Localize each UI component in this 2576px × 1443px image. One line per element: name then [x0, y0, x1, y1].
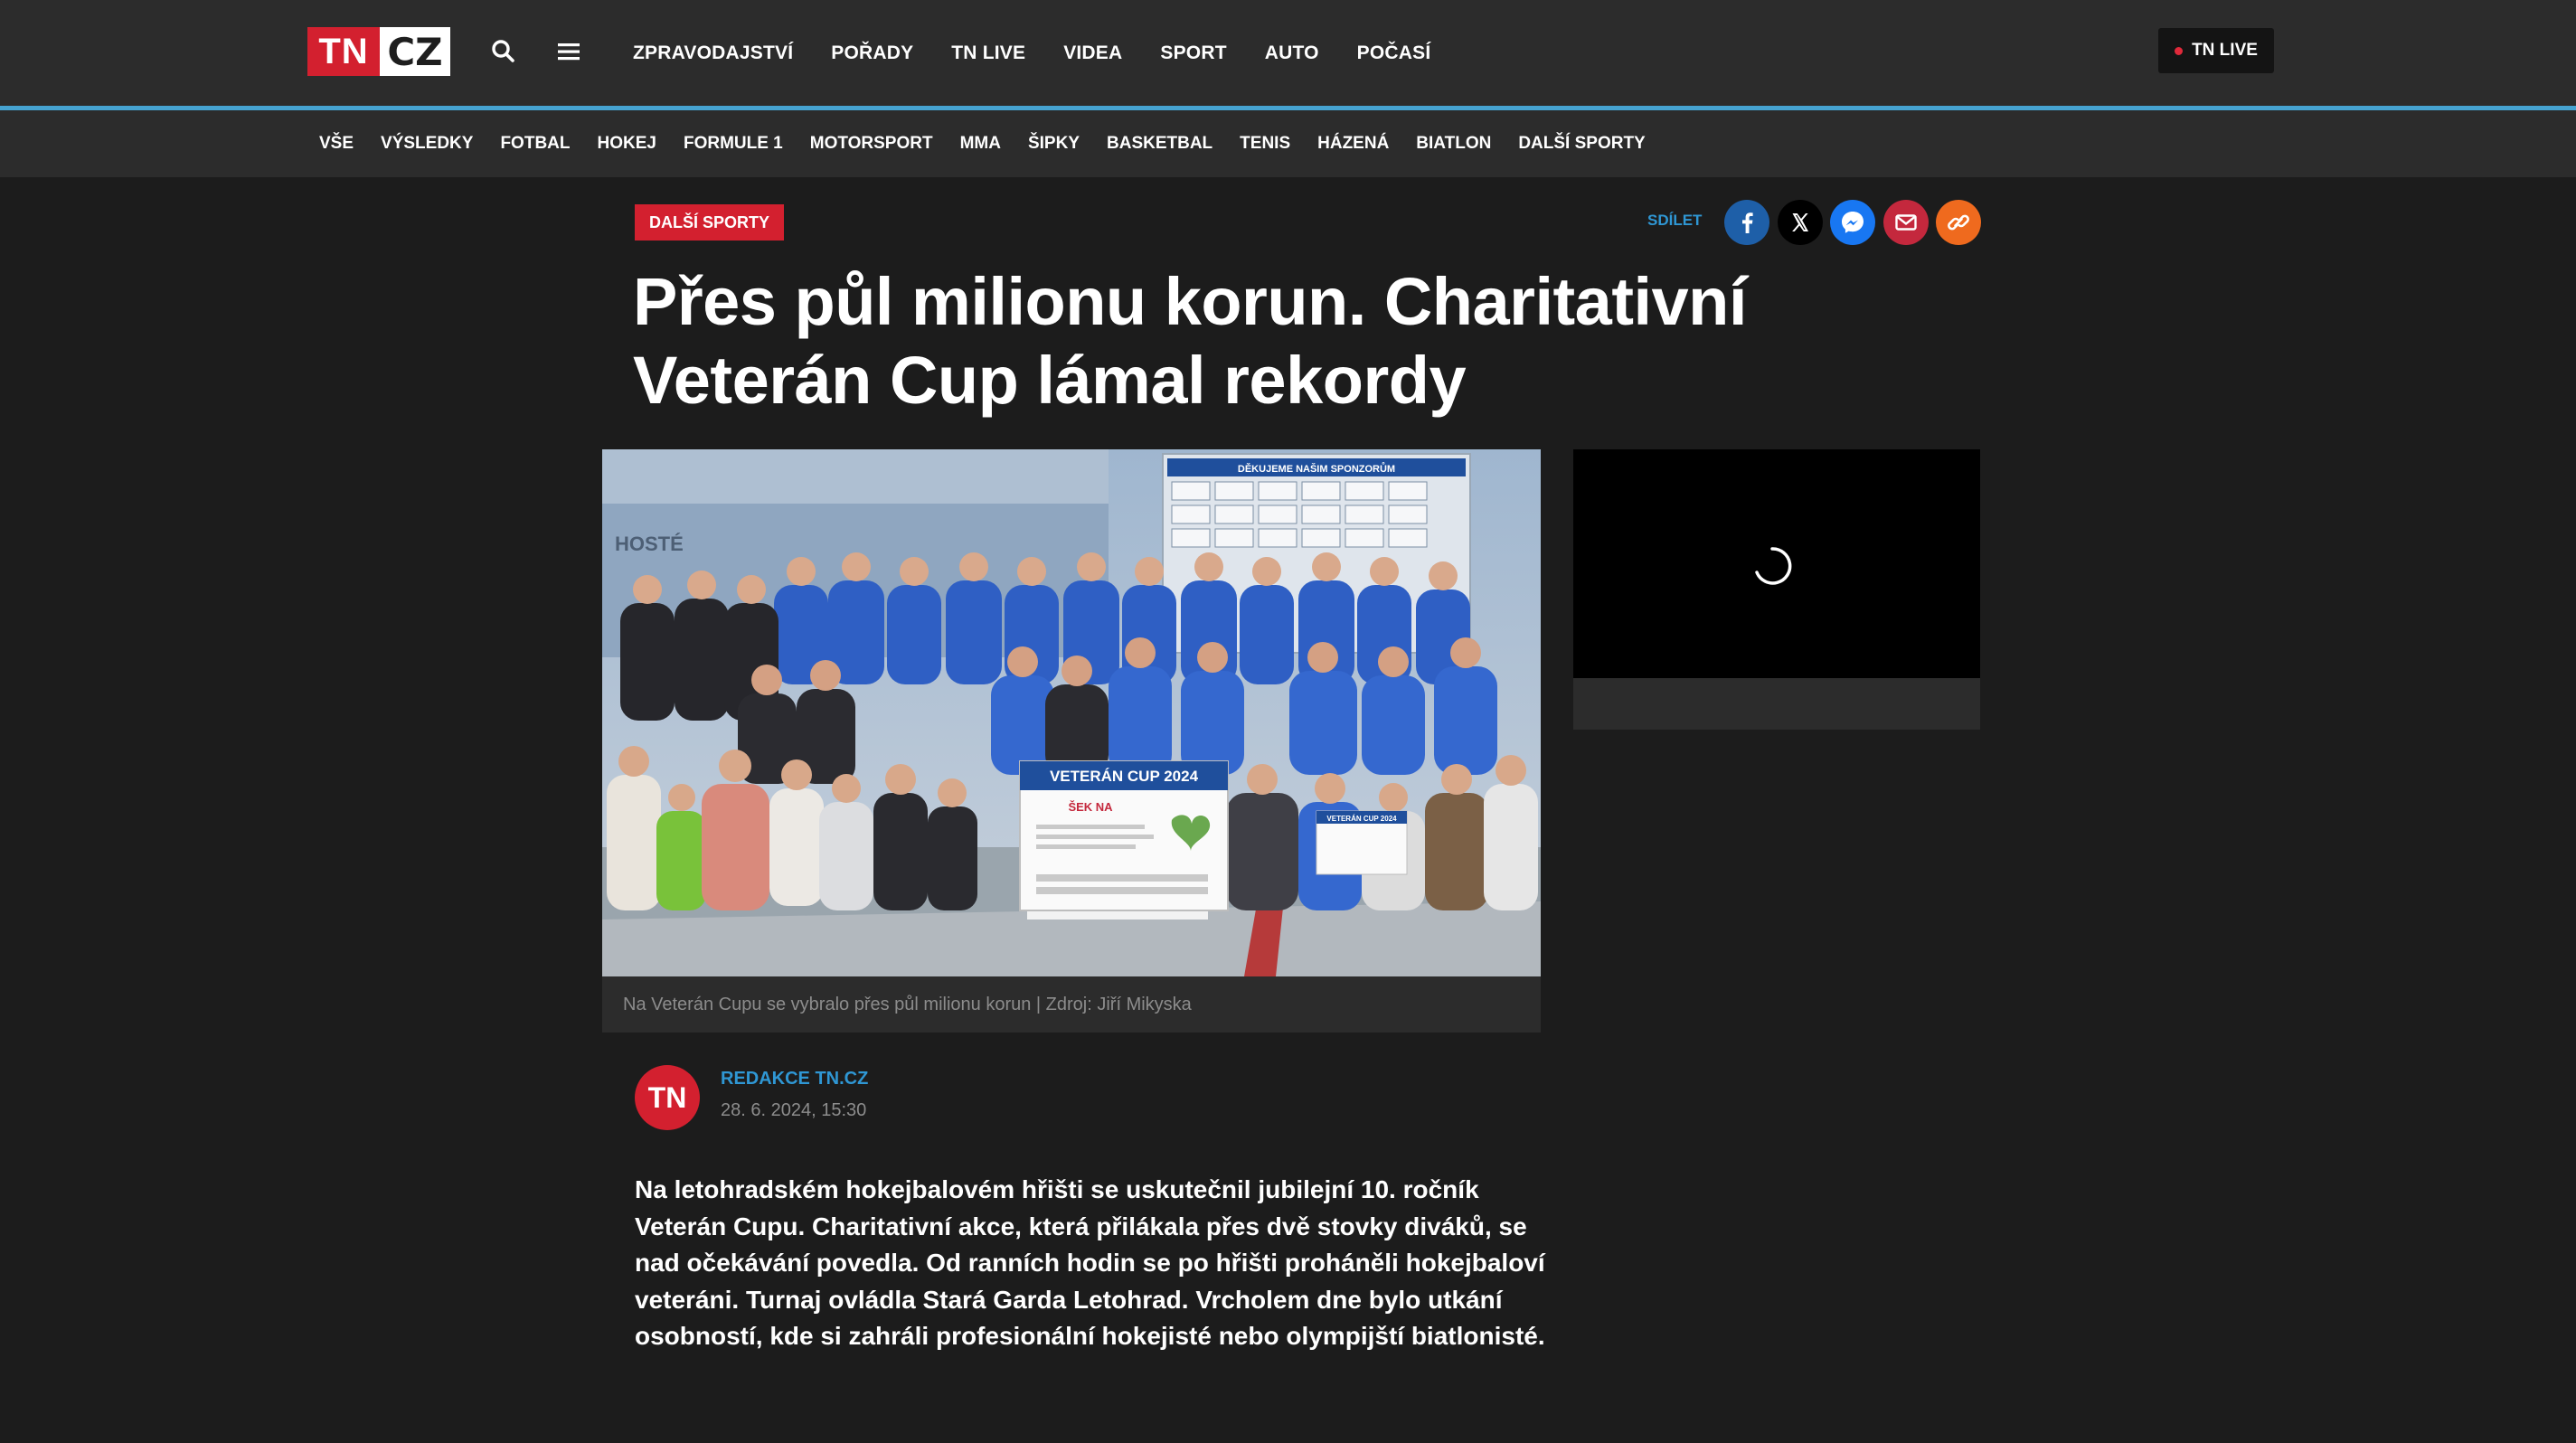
category-badge[interactable]: DALŠÍ SPORTY	[635, 204, 784, 240]
page: TN CZ ZPRAVODAJSTVÍ POŘADY TN LIVE VIDEA…	[0, 0, 2576, 1443]
nav-zpravodajstvi[interactable]: ZPRAVODAJSTVÍ	[633, 42, 793, 64]
share-label: SDÍLET	[1647, 212, 1703, 229]
x-icon	[1778, 200, 1823, 245]
live-dot-icon	[2175, 46, 2184, 55]
main-nav: ZPRAVODAJSTVÍ POŘADY TN LIVE VIDEA SPORT…	[633, 0, 1430, 106]
sport-subnav: VŠE VÝSLEDKY FOTBAL HOKEJ FORMULE 1 MOTO…	[319, 110, 1646, 177]
check-title: VETERÁN CUP 2024	[1050, 768, 1199, 785]
subnav-biatlon[interactable]: BIATLON	[1416, 134, 1491, 154]
article-perex: Na letohradském hokejbalovém hřišti se u…	[635, 1175, 1545, 1350]
subnav-sipky[interactable]: ŠIPKY	[1028, 134, 1080, 154]
subnav-motorsport[interactable]: MOTORSPORT	[810, 134, 933, 154]
video-info-bar	[1573, 678, 1980, 730]
email-icon	[1883, 200, 1929, 245]
subnav-hazena[interactable]: HÁZENÁ	[1317, 134, 1389, 154]
photo-caption: Na Veterán Cupu se vybralo přes půl mili…	[602, 976, 1541, 1033]
subnav-mma[interactable]: MMA	[960, 134, 1001, 154]
team-photo-illustration: HOSTÉ DĚKUJEME NAŠIM SPONZORŮM VETERÁN C…	[602, 449, 1541, 976]
nav-pocasi[interactable]: POČASÍ	[1357, 42, 1431, 64]
logo-tn: TN	[307, 27, 380, 76]
nav-videa[interactable]: VIDEA	[1063, 42, 1122, 64]
nav-tn-live[interactable]: TN LIVE	[951, 42, 1025, 64]
tn-live-button[interactable]: TN LIVE	[2158, 28, 2274, 73]
copy-link-button[interactable]	[1936, 200, 1981, 245]
x-share-button[interactable]	[1778, 200, 1823, 245]
check-text: ŠEK NA	[1068, 800, 1113, 814]
subnav-fotbal[interactable]: FOTBAL	[500, 134, 570, 154]
facebook-icon	[1724, 200, 1769, 245]
subnav-vysledky[interactable]: VÝSLEDKY	[381, 134, 473, 154]
nav-sport[interactable]: SPORT	[1160, 42, 1226, 64]
messenger-share-button[interactable]	[1830, 200, 1875, 245]
article-title: Přes půl milionu korun. Charitativní Vet…	[633, 264, 1747, 418]
subnav-tenis[interactable]: TENIS	[1240, 134, 1290, 154]
subnav-basketbal[interactable]: BASKETBAL	[1107, 134, 1213, 154]
article-photo[interactable]: HOSTÉ DĚKUJEME NAŠIM SPONZORŮM VETERÁN C…	[602, 449, 1541, 976]
facebook-share-button[interactable]	[1724, 200, 1769, 245]
search-icon[interactable]	[488, 36, 519, 67]
small-check-title: VETERÁN CUP 2024	[1326, 815, 1397, 823]
wall-label: HOSTÉ	[615, 533, 684, 555]
author-name-link[interactable]: REDAKCE TN.CZ	[721, 1069, 868, 1089]
sponsor-wall-title: DĚKUJEME NAŠIM SPONZORŮM	[1238, 462, 1395, 475]
subnav-dalsi-sporty[interactable]: DALŠÍ SPORTY	[1518, 134, 1645, 154]
subnav-hokej[interactable]: HOKEJ	[598, 134, 656, 154]
subnav-formule-1[interactable]: FORMULE 1	[684, 134, 783, 154]
messenger-icon	[1830, 200, 1875, 245]
nav-auto[interactable]: AUTO	[1265, 42, 1319, 64]
author-avatar[interactable]: TN	[635, 1065, 700, 1130]
link-icon	[1936, 200, 1981, 245]
nav-porady[interactable]: POŘADY	[831, 42, 913, 64]
subnav-vse[interactable]: VŠE	[319, 134, 354, 154]
site-logo[interactable]: TN CZ	[307, 27, 450, 76]
logo-cz: CZ	[380, 27, 450, 76]
publish-date: 28. 6. 2024, 15:30	[721, 1100, 867, 1120]
loading-spinner-icon	[1755, 547, 1792, 585]
tn-live-label: TN LIVE	[2192, 41, 2258, 60]
video-player[interactable]	[1573, 449, 1980, 678]
email-share-button[interactable]	[1883, 200, 1929, 245]
menu-icon[interactable]	[553, 36, 584, 67]
